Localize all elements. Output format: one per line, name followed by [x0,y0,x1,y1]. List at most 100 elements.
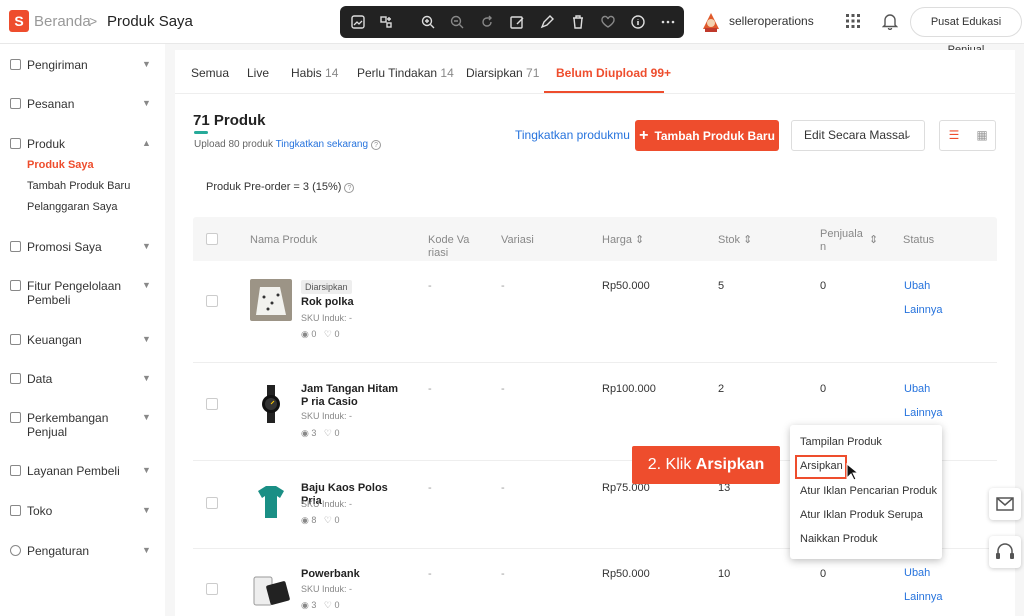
active-tab-indicator [544,91,664,93]
more-icon[interactable] [660,14,676,30]
product-stats: ◉ 8 ♡ 0 [301,515,340,525]
edit-link[interactable]: Ubah [904,280,930,292]
headset-icon [996,543,1014,559]
eye-icon: ◉ [301,600,309,610]
edit-link[interactable]: Ubah [904,567,930,579]
menu-item-iklan-serupa[interactable]: Atur Iklan Produk Serupa [800,509,923,521]
chevron-down-icon[interactable]: ▼ [142,545,151,555]
chevron-down-icon[interactable]: ▼ [142,59,151,69]
users-icon [10,280,21,291]
mass-edit-dropdown[interactable]: Edit Secara Massal ⌄ [791,120,925,151]
row-checkbox[interactable] [206,398,218,410]
row-checkbox[interactable] [206,295,218,307]
menu-item-naikkan-produk[interactable]: Naikkan Produk [800,533,878,545]
chevron-down-icon[interactable]: ▼ [142,412,151,422]
crop-icon[interactable] [378,14,394,30]
help-icon[interactable]: ? [344,183,355,193]
rotate-icon[interactable] [479,14,495,30]
product-thumbnail[interactable] [250,279,292,321]
clipboard-icon [10,98,21,109]
menu-item-iklan-pencarian[interactable]: Atur Iklan Pencarian Produk [800,485,937,497]
parent-sku: SKU Induk: - [301,411,353,421]
more-actions-link[interactable]: Lainnya [904,304,943,316]
stock: 10 [718,568,731,580]
chevron-down-icon[interactable]: ▼ [142,241,151,251]
tab-habis[interactable]: Habis 14 [291,66,338,80]
product-thumbnail[interactable] [250,569,292,611]
breadcrumb-separator: > [89,13,98,29]
breadcrumb-home[interactable]: Beranda [34,13,91,30]
page-title: Produk Saya [107,13,193,30]
price: Rp100.000 [602,383,656,395]
chevron-down-icon[interactable]: ▼ [142,373,151,383]
heart-icon[interactable] [600,14,616,30]
parent-sku: SKU Induk: - [301,499,353,509]
col-harga[interactable]: Harga ⇕ [602,234,644,247]
upgrade-link[interactable]: Tingkatkan sekarang [276,139,368,150]
add-product-button[interactable]: + Tambah Produk Baru [635,120,779,151]
more-actions-link[interactable]: Lainnya [904,591,943,603]
product-name[interactable]: Jam Tangan Hitam P ria Casio [301,383,405,409]
list-view-icon[interactable]: ☰ [940,121,968,150]
tab-semua[interactable]: Semua [191,66,229,80]
support-button[interactable] [989,536,1021,568]
improve-products-link[interactable]: Tingkatkan produkmu [515,128,630,142]
heart-icon: ♡ [323,600,332,610]
sidebar-sub-pelanggaran[interactable]: Pelanggaran Saya [27,201,118,213]
product-name[interactable]: Powerbank [301,568,405,581]
tab-diarsipkan[interactable]: Diarsipkan 71 [466,66,539,80]
chevron-down-icon[interactable]: ▼ [142,465,151,475]
product-name[interactable]: Rok polka [301,296,405,309]
chevron-down-icon[interactable]: ▼ [142,505,151,515]
col-status: Status [903,234,935,246]
tab-divider [175,93,1015,94]
seller-education-button[interactable]: Pusat Edukasi Penjual [910,7,1022,56]
chevron-up-icon[interactable]: ▲ [142,138,151,148]
col-penjualan[interactable]: Penjuala n [820,228,863,254]
mouse-cursor-icon [846,463,860,481]
seller-avatar[interactable] [700,10,722,34]
eye-icon: ◉ [301,428,309,438]
seller-name[interactable]: selleroperations [729,14,814,28]
image-icon[interactable] [350,14,366,30]
annotate-icon[interactable] [509,14,525,30]
table-header: Nama Produk Kode Va riasi Variasi Harga … [193,217,997,261]
stock: 5 [718,280,725,292]
tab-belum-diupload[interactable]: Belum Diupload 99+ [556,66,671,80]
grid-view-icon[interactable]: ▦ [968,121,996,150]
shopee-logo[interactable]: S [9,10,29,32]
tab-perlu-tindakan[interactable]: Perlu Tindakan 14 [357,66,454,80]
zoom-out-icon[interactable] [449,14,465,30]
sort-icon: ⇕ [743,234,753,246]
chat-button[interactable] [989,488,1021,520]
row-checkbox[interactable] [206,583,218,595]
sidebar-sub-produk-saya[interactable]: Produk Saya [27,159,94,171]
sidebar: Pengiriman ▼ Pesanan ▼ Produk ▲ Produk S… [0,44,165,616]
parent-sku: SKU Induk: - [301,584,353,594]
trash-icon[interactable] [570,14,586,30]
help-icon[interactable]: ? [371,140,382,150]
pen-icon[interactable] [539,14,555,30]
bell-icon[interactable] [882,12,898,30]
info-icon[interactable] [630,14,646,30]
eye-icon: ◉ [301,515,309,525]
sidebar-sub-tambah-produk[interactable]: Tambah Produk Baru [27,180,130,192]
zoom-in-icon[interactable] [420,14,436,30]
more-actions-menu: Tampilan Produk Arsipkan Atur Iklan Penc… [790,425,942,559]
col-kode-variasi: Kode Va riasi [428,234,470,259]
edit-link[interactable]: Ubah [904,383,930,395]
chevron-down-icon[interactable]: ▼ [142,98,151,108]
menu-item-tampilan-produk[interactable]: Tampilan Produk [800,436,882,448]
chevron-down-icon[interactable]: ▼ [142,334,151,344]
chevron-down-icon: ⌄ [903,130,912,141]
sort-icon[interactable]: ⇕ [869,234,878,247]
row-checkbox[interactable] [206,497,218,509]
more-actions-link[interactable]: Lainnya [904,407,943,419]
apps-grid-icon[interactable] [846,14,860,28]
col-stok[interactable]: Stok ⇕ [718,234,752,247]
tab-live[interactable]: Live [247,66,269,80]
product-thumbnail[interactable] [250,383,292,425]
product-thumbnail[interactable] [250,481,292,523]
select-all-checkbox[interactable] [206,233,218,245]
chevron-down-icon[interactable]: ▼ [142,280,151,290]
